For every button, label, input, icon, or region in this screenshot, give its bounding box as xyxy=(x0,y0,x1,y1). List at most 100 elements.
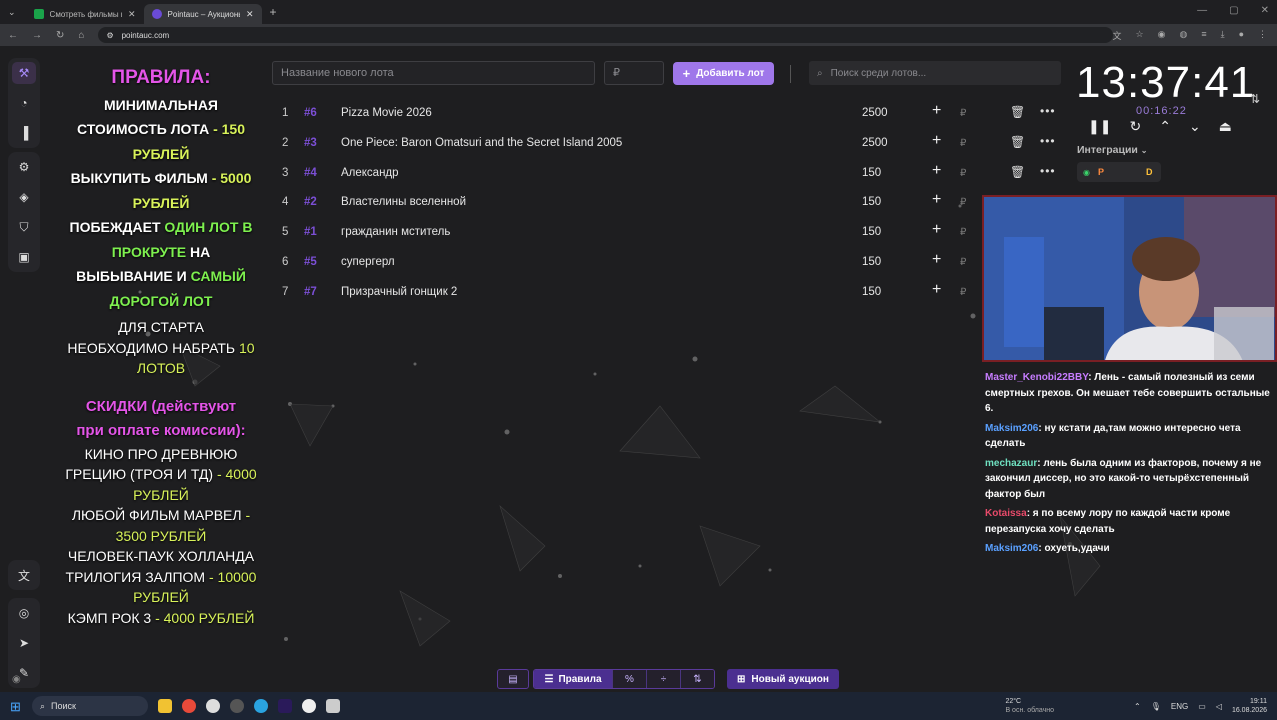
lot-name[interactable]: One Piece: Baron Omatsuri and the Secret… xyxy=(341,137,622,149)
lot-name[interactable]: Властелины вселенной xyxy=(341,196,466,208)
nav-shield-icon[interactable]: ⛉ xyxy=(12,216,36,238)
pause-icon[interactable]: ❚❚ xyxy=(1088,118,1111,135)
extension-2-icon[interactable]: ◍ xyxy=(1179,29,1187,42)
lot-ruble-sign[interactable]: ₽ xyxy=(960,108,966,119)
close-tab-icon[interactable]: ✕ xyxy=(246,9,254,20)
chat-username[interactable]: Master_Kenobi22BBY xyxy=(985,372,1088,383)
chat-username[interactable]: Kotaissa xyxy=(985,508,1027,519)
new-tab-icon[interactable]: + xyxy=(270,5,277,19)
add-amount-icon[interactable]: + xyxy=(932,251,941,269)
maximize-icon[interactable]: ▢ xyxy=(1229,5,1238,16)
lot-ruble-sign[interactable]: ₽ xyxy=(960,138,966,149)
kebab-menu-icon[interactable]: ⋮ xyxy=(1258,29,1267,42)
lot-name[interactable]: Александр xyxy=(341,167,399,179)
weather-widget[interactable]: 22°C В осн. облачно xyxy=(1005,697,1054,715)
lot-ruble-sign[interactable]: ₽ xyxy=(960,287,966,298)
omnibox[interactable]: ⚙ pointauc.com xyxy=(98,27,1113,43)
decrease-time-icon[interactable]: ⌄ xyxy=(1189,118,1201,135)
lot-amount[interactable]: 150 xyxy=(862,256,881,268)
add-amount-icon[interactable]: + xyxy=(932,191,941,209)
delete-lot-icon[interactable]: 🗑 xyxy=(1010,105,1025,119)
download-icon[interactable]: ⤓ xyxy=(1221,29,1225,42)
more-options-icon[interactable]: ••• xyxy=(1040,164,1056,178)
language-indicator[interactable]: ENG xyxy=(1171,702,1188,711)
integration-p[interactable]: P xyxy=(1098,167,1138,177)
translate-icon[interactable]: 文 xyxy=(1113,29,1122,42)
nav-media-icon[interactable]: ▣ xyxy=(12,246,36,268)
nav-translate-icon[interactable]: 文 xyxy=(12,564,36,586)
chat-username[interactable]: Maksim206 xyxy=(985,543,1038,554)
extension-icon[interactable]: ◉ xyxy=(1158,29,1166,42)
chrome-icon[interactable] xyxy=(182,699,196,713)
tab-pointauc[interactable]: Pointauc – Аукционы, лотере ✕ xyxy=(143,4,262,24)
lot-amount[interactable]: 150 xyxy=(862,167,881,179)
volume-icon[interactable]: ◁ xyxy=(1216,702,1222,711)
add-amount-icon[interactable]: + xyxy=(932,221,941,239)
nav-settings-icon[interactable]: ⚙ xyxy=(12,156,36,178)
add-amount-icon[interactable]: + xyxy=(932,102,941,120)
collapse-icon[interactable]: ⏏ xyxy=(1219,118,1232,135)
profile-avatar-icon[interactable]: ● xyxy=(1239,29,1244,42)
lot-name[interactable]: супергерл xyxy=(341,256,395,268)
divide-icon[interactable]: ÷ xyxy=(646,670,680,688)
increase-time-icon[interactable]: ⌃ xyxy=(1159,118,1171,135)
lot-ruble-sign[interactable]: ₽ xyxy=(960,257,966,268)
more-options-icon[interactable]: ••• xyxy=(1040,104,1056,118)
lot-name[interactable]: гражданин мститель xyxy=(341,226,450,238)
percent-icon[interactable]: % xyxy=(612,670,646,688)
lot-ruble-sign[interactable]: ₽ xyxy=(960,227,966,238)
lot-ruble-sign[interactable]: ₽ xyxy=(960,168,966,179)
chat-username[interactable]: Maksim206 xyxy=(985,423,1038,434)
lot-amount[interactable]: 150 xyxy=(862,196,881,208)
taskbar-search[interactable]: ⌕ Поиск xyxy=(32,696,148,716)
bookmark-star-icon[interactable]: ☆ xyxy=(1136,29,1144,42)
lot-amount[interactable]: 2500 xyxy=(862,107,888,119)
add-amount-icon[interactable]: + xyxy=(932,162,941,180)
tab-movies[interactable]: Смотреть фильмы и сериалы ✕ xyxy=(26,4,144,24)
new-auction-button[interactable]: ⊞ Новый аукцион xyxy=(727,669,839,689)
nav-github-icon[interactable]: ◎ xyxy=(12,602,36,624)
tab-menu-chevron-icon[interactable]: ⌄ xyxy=(8,7,16,18)
new-lot-name-input[interactable] xyxy=(272,61,595,85)
windows-start-icon[interactable]: ⊞ xyxy=(10,699,21,715)
more-options-icon[interactable]: ••• xyxy=(1040,134,1056,148)
obs-icon[interactable] xyxy=(230,699,244,713)
home-icon[interactable]: ⌂ xyxy=(78,30,84,41)
reload-icon[interactable]: ↻ xyxy=(56,30,64,41)
nav-telegram-icon[interactable]: ➤ xyxy=(12,632,36,654)
rules-toggle-button[interactable]: ☰ Правила xyxy=(534,670,612,688)
lot-amount[interactable]: 2500 xyxy=(862,137,888,149)
sort-icon[interactable]: ⇅ xyxy=(680,670,714,688)
minimize-icon[interactable]: — xyxy=(1197,5,1207,16)
lot-search-input[interactable] xyxy=(830,67,1051,79)
file-explorer-icon[interactable] xyxy=(158,699,172,713)
lot-amount[interactable]: 150 xyxy=(862,226,881,238)
nav-wheel-icon[interactable]: ◔ xyxy=(12,92,36,114)
taskbar-clock[interactable]: 19:11 16.08.2026 xyxy=(1232,697,1267,715)
menu-lines-icon[interactable]: ≡ xyxy=(1201,29,1206,42)
reset-icon[interactable]: ↻ xyxy=(1129,118,1141,135)
integrations-toggle[interactable]: Интеграции ⌄ xyxy=(1077,144,1148,156)
music-app-icon[interactable] xyxy=(206,699,220,713)
lot-name[interactable]: Призрачный гонщик 2 xyxy=(341,286,457,298)
app-icon[interactable] xyxy=(326,699,340,713)
add-amount-icon[interactable]: + xyxy=(932,132,941,150)
integration-d[interactable]: D xyxy=(1146,167,1153,177)
lot-amount[interactable]: 150 xyxy=(862,286,881,298)
add-amount-icon[interactable]: + xyxy=(932,281,941,299)
nav-stats-icon[interactable]: ▐ xyxy=(12,122,36,144)
nav-auction-gavel-icon[interactable]: ⚒ xyxy=(12,62,36,84)
swap-order-icon[interactable]: ⇅ xyxy=(1250,92,1260,106)
network-icon[interactable]: ▭ xyxy=(1198,702,1206,711)
back-icon[interactable]: ← xyxy=(8,30,18,41)
steam-icon[interactable] xyxy=(302,699,316,713)
chat-username[interactable]: mechazaur xyxy=(985,458,1037,469)
nav-layers-icon[interactable]: ◈ xyxy=(12,186,36,208)
save-icon[interactable]: ▤ xyxy=(497,669,529,689)
site-info-icon[interactable]: ⚙ xyxy=(106,31,113,40)
premiere-icon[interactable] xyxy=(278,699,292,713)
add-lot-button[interactable]: + Добавить лот xyxy=(673,62,774,85)
lot-ruble-sign[interactable]: ₽ xyxy=(960,197,966,208)
new-lot-amount-input[interactable] xyxy=(604,61,664,85)
eye-icon[interactable]: ◉ xyxy=(12,674,21,685)
